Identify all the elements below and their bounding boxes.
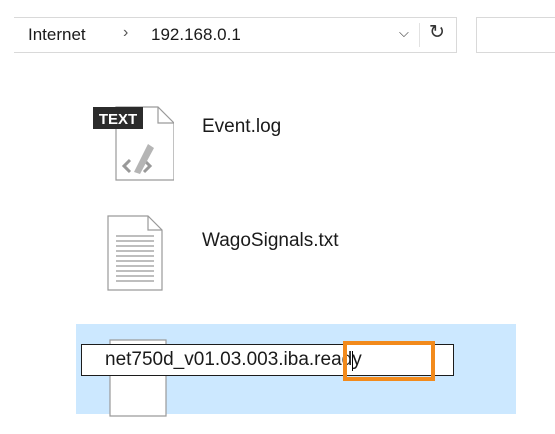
address-bar[interactable]: Internet › 192.168.0.1 ⌵ ↻ (14, 17, 457, 53)
file-item-event-log[interactable]: TEXT Event.log (76, 94, 516, 184)
breadcrumb-ip[interactable]: 192.168.0.1 (151, 25, 241, 45)
file-item-wagosignals[interactable]: WagoSignals.txt (76, 204, 516, 294)
refresh-icon[interactable]: ↻ (429, 21, 445, 44)
chevron-down-icon[interactable]: ⌵ (399, 25, 409, 41)
text-caret (352, 351, 353, 371)
file-name[interactable]: Event.log (202, 116, 281, 138)
search-input[interactable] (476, 17, 555, 53)
file-badge: TEXT (99, 111, 137, 128)
rename-field[interactable] (81, 344, 454, 376)
rename-input[interactable] (82, 345, 453, 375)
breadcrumb-internet[interactable]: Internet (28, 25, 86, 45)
breadcrumb-separator-icon[interactable]: › (123, 24, 128, 42)
file-name[interactable]: WagoSignals.txt (202, 230, 339, 252)
divider (419, 23, 420, 47)
text-document-icon (107, 215, 163, 291)
text-log-file-icon: TEXT (93, 106, 174, 181)
